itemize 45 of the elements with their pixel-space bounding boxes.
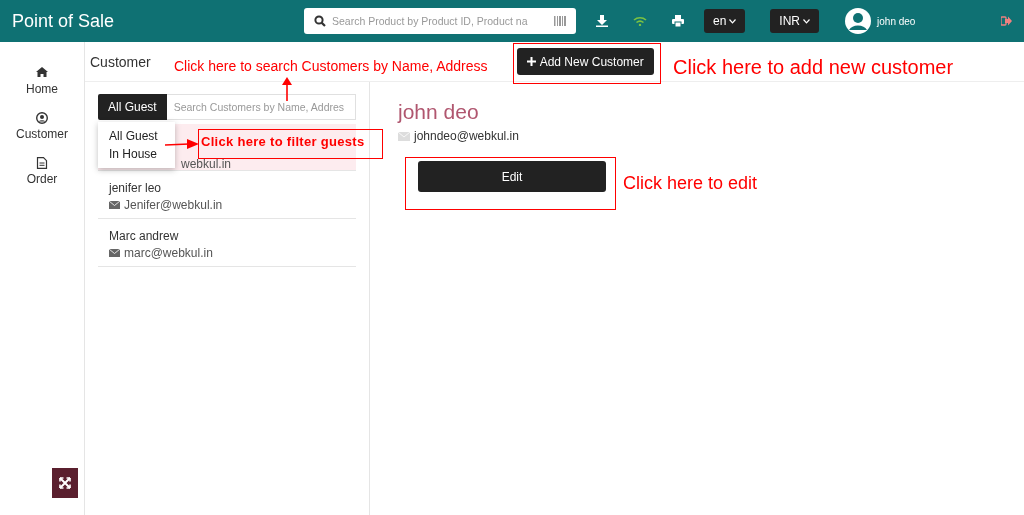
fullscreen-icon[interactable] [52, 468, 78, 498]
caret-icon [729, 18, 737, 24]
annotation-text: Click here to filter guests [198, 129, 383, 159]
language-dropdown[interactable]: en [704, 9, 746, 33]
customer-email: marc@webkul.in [124, 246, 213, 260]
user-name: john deo [877, 15, 916, 27]
customer-email: webkul.in [181, 157, 232, 171]
document-icon [36, 157, 48, 169]
arrow [165, 139, 199, 149]
annotation-text: Click here to search Customers by Name, Address [174, 58, 488, 74]
add-customer-button[interactable]: Add New Customer [516, 48, 654, 75]
app-title: Point of Sale [12, 10, 116, 32]
wifi-icon[interactable] [633, 16, 647, 26]
menu-item[interactable]: All Guest [109, 129, 158, 143]
product-search-field[interactable]: Search Product by Product ID, Product na [304, 8, 576, 34]
sidebar-item[interactable]: Home [26, 67, 58, 96]
avatar-icon[interactable] [844, 7, 873, 35]
download-icon[interactable] [596, 15, 608, 27]
arrow [282, 77, 292, 101]
annotation-text: Click here to edit [623, 173, 758, 194]
mail-icon [109, 249, 120, 257]
edit-button[interactable]: Edit [418, 161, 606, 192]
customer-name-heading: john deo [398, 100, 480, 124]
mail-icon [109, 201, 120, 209]
customer-row[interactable]: jenifer leo Jenifer@webkul.in [98, 171, 356, 219]
annotation-text: Click here to add new customer [673, 56, 954, 79]
customer-row[interactable]: Marc andrew marc@webkul.in [98, 219, 356, 267]
menu-item[interactable]: In House [109, 147, 158, 161]
currency-dropdown[interactable]: INR [770, 9, 820, 33]
customer-name: Marc andrew [109, 229, 180, 243]
user-icon [36, 112, 48, 124]
plus-icon [526, 57, 536, 66]
mail-icon [398, 131, 410, 141]
barcode-icon [554, 16, 566, 26]
customer-email: johndeo@webkul.in [414, 129, 519, 143]
sidebar-item[interactable]: Order [26, 157, 58, 186]
printer-icon[interactable] [672, 15, 684, 27]
caret-icon [803, 18, 811, 24]
sidebar-item[interactable]: Customer [16, 112, 68, 141]
page-title: Customer [90, 53, 151, 70]
guest-filter-button[interactable]: All Guest [98, 94, 167, 120]
customer-email: Jenifer@webkul.in [124, 198, 223, 212]
customer-search-field[interactable]: Search Customers by Name, Addres [166, 94, 356, 120]
customer-name: jenifer leo [109, 181, 163, 195]
home-icon [36, 67, 48, 79]
